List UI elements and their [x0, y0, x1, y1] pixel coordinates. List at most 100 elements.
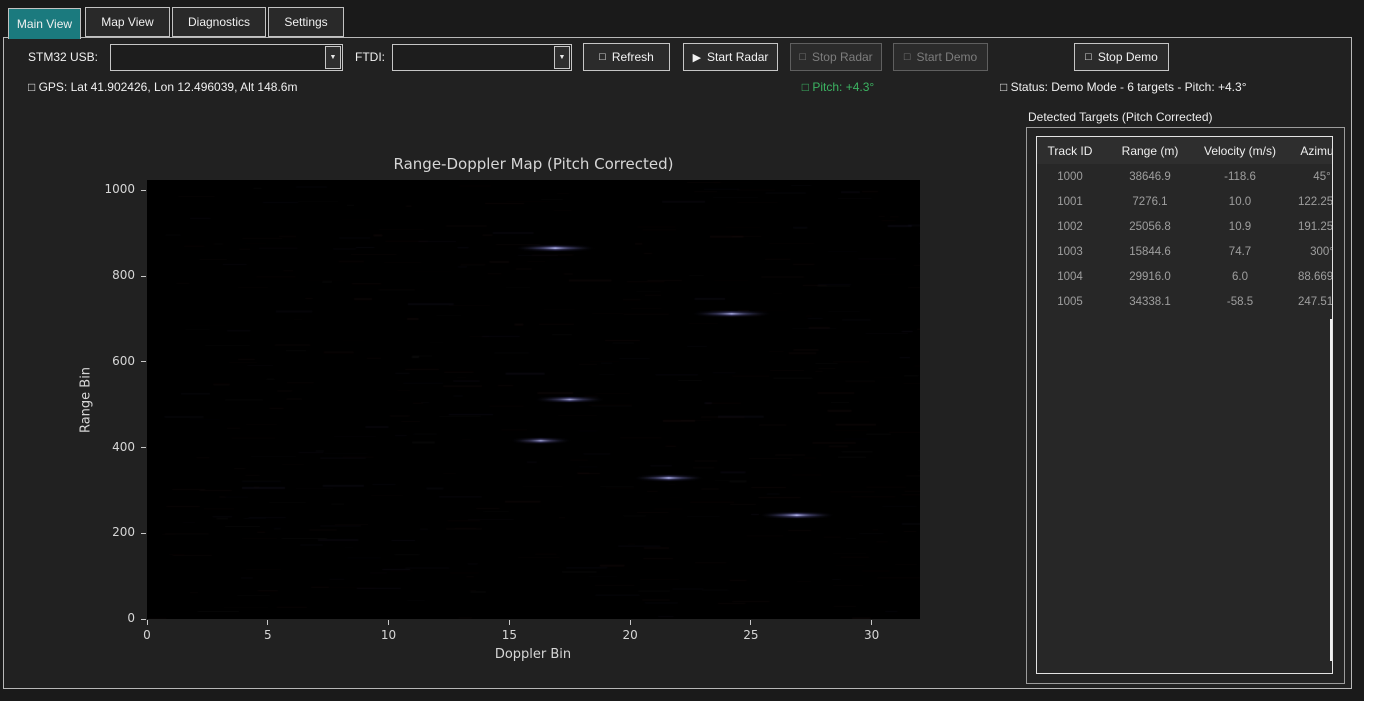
- column-header-azimuth[interactable]: Azimuth: [1283, 137, 1333, 164]
- cell-track_id: 1005: [1037, 289, 1103, 314]
- stm32-usb-label: STM32 USB:: [28, 50, 98, 64]
- ftdi-combobox[interactable]: ▼: [392, 44, 572, 71]
- x-tick-mark: [871, 620, 872, 625]
- x-tick-label: 20: [610, 628, 650, 642]
- cell-track_id: 1000: [1037, 164, 1103, 189]
- y-tick-label: 0: [87, 611, 135, 625]
- stop-radar-icon: □: [799, 51, 806, 63]
- table-row[interactable]: 100225056.810.9191.2552: [1037, 214, 1333, 239]
- table-row[interactable]: 100429916.06.088.66998: [1037, 264, 1333, 289]
- refresh-button[interactable]: □ Refresh: [583, 43, 670, 71]
- column-header-track_id[interactable]: Track ID: [1037, 137, 1103, 164]
- targets-table-viewport: Track IDRange (m)Velocity (m/s)Azimuth 1…: [1036, 136, 1333, 674]
- cell-velocity_ms: 6.0: [1197, 264, 1283, 289]
- cell-range_m: 34338.1: [1103, 289, 1197, 314]
- stop-radar-button-label: Stop Radar: [812, 50, 873, 64]
- stop-radar-button[interactable]: □ Stop Radar: [790, 43, 882, 71]
- refresh-button-label: Refresh: [612, 50, 654, 64]
- y-tick-label: 600: [87, 354, 135, 368]
- refresh-icon: □: [599, 51, 606, 63]
- ftdi-label: FTDI:: [355, 50, 385, 64]
- table-row[interactable]: 10017276.110.0122.2510: [1037, 189, 1333, 214]
- targets-table: Track IDRange (m)Velocity (m/s)Azimuth 1…: [1037, 137, 1333, 314]
- start-demo-button-label: Start Demo: [916, 50, 977, 64]
- stm32-usb-combobox-value: [111, 45, 324, 70]
- chart-title: Range-Doppler Map (Pitch Corrected): [147, 155, 920, 173]
- pitch-status-text: □ Pitch: +4.3°: [718, 80, 958, 94]
- cell-azimuth: 45°: [1283, 164, 1333, 189]
- x-tick-label: 5: [248, 628, 288, 642]
- column-header-velocity_ms[interactable]: Velocity (m/s): [1197, 137, 1283, 164]
- start-radar-icon: ▶: [693, 51, 701, 64]
- tab-settings[interactable]: Settings: [268, 7, 344, 37]
- x-tick-mark: [750, 620, 751, 625]
- targets-table-header: Track IDRange (m)Velocity (m/s)Azimuth: [1037, 137, 1333, 164]
- start-demo-icon: □: [904, 51, 911, 63]
- table-row[interactable]: 100038646.9-118.645°: [1037, 164, 1333, 189]
- range-doppler-heatmap: [147, 180, 920, 619]
- x-tick-mark: [630, 620, 631, 625]
- chevron-down-icon[interactable]: ▼: [325, 46, 341, 69]
- cell-azimuth: 191.2552: [1283, 214, 1333, 239]
- stm32-usb-combobox[interactable]: ▼: [110, 44, 343, 71]
- y-tick-mark: [141, 447, 146, 448]
- y-tick-label: 200: [87, 525, 135, 539]
- table-row[interactable]: 100534338.1-58.5247.5104: [1037, 289, 1333, 314]
- y-tick-label: 1000: [87, 182, 135, 196]
- ftdi-combobox-value: [393, 45, 553, 70]
- y-tick-label: 400: [87, 440, 135, 454]
- cell-range_m: 15844.6: [1103, 239, 1197, 264]
- targets-panel: Track IDRange (m)Velocity (m/s)Azimuth 1…: [1026, 127, 1345, 684]
- start-radar-button-label: Start Radar: [707, 50, 768, 64]
- y-tick-mark: [141, 619, 146, 620]
- cell-range_m: 7276.1: [1103, 189, 1197, 214]
- app-window: Main ViewMap ViewDiagnosticsSettings STM…: [0, 0, 1364, 701]
- cell-track_id: 1001: [1037, 189, 1103, 214]
- cell-velocity_ms: -118.6: [1197, 164, 1283, 189]
- cell-azimuth: 88.66998: [1283, 264, 1333, 289]
- cell-range_m: 38646.9: [1103, 164, 1197, 189]
- column-header-range_m[interactable]: Range (m): [1103, 137, 1197, 164]
- range-doppler-plot: [147, 180, 920, 619]
- y-axis-label: Range Bin: [79, 367, 94, 433]
- x-tick-label: 25: [731, 628, 771, 642]
- cell-velocity_ms: 74.7: [1197, 239, 1283, 264]
- stop-demo-button[interactable]: □ Stop Demo: [1074, 43, 1169, 71]
- x-tick-mark: [267, 620, 268, 625]
- tab-map-view[interactable]: Map View: [85, 7, 170, 37]
- y-tick-label: 800: [87, 268, 135, 282]
- x-tick-label: 10: [369, 628, 409, 642]
- y-tick-mark: [141, 533, 146, 534]
- start-radar-button[interactable]: ▶ Start Radar: [683, 43, 778, 71]
- stop-demo-button-label: Stop Demo: [1098, 50, 1158, 64]
- y-tick-mark: [141, 190, 146, 191]
- y-tick-mark: [141, 361, 146, 362]
- vertical-scrollbar[interactable]: [1330, 319, 1332, 661]
- x-axis-label: Doppler Bin: [433, 647, 633, 662]
- cell-azimuth: 122.2510: [1283, 189, 1333, 214]
- x-tick-label: 0: [127, 628, 167, 642]
- x-tick-mark: [388, 620, 389, 625]
- targets-panel-title: Detected Targets (Pitch Corrected): [1028, 110, 1213, 124]
- cell-track_id: 1003: [1037, 239, 1103, 264]
- x-tick-mark: [147, 620, 148, 625]
- cell-velocity_ms: 10.9: [1197, 214, 1283, 239]
- tab-main-view[interactable]: Main View: [8, 8, 81, 39]
- chevron-down-icon[interactable]: ▼: [554, 46, 570, 69]
- x-tick-label: 15: [489, 628, 529, 642]
- cell-track_id: 1004: [1037, 264, 1103, 289]
- start-demo-button[interactable]: □ Start Demo: [893, 43, 988, 71]
- table-row[interactable]: 100315844.674.7300°: [1037, 239, 1333, 264]
- x-tick-mark: [509, 620, 510, 625]
- stop-demo-icon: □: [1085, 51, 1092, 63]
- demo-status-text: □ Status: Demo Mode - 6 targets - Pitch:…: [1000, 80, 1247, 94]
- x-tick-label: 30: [852, 628, 892, 642]
- cell-azimuth: 300°: [1283, 239, 1333, 264]
- cell-track_id: 1002: [1037, 214, 1103, 239]
- cell-velocity_ms: 10.0: [1197, 189, 1283, 214]
- cell-velocity_ms: -58.5: [1197, 289, 1283, 314]
- cell-range_m: 29916.0: [1103, 264, 1197, 289]
- y-tick-mark: [141, 276, 146, 277]
- tab-diagnostics[interactable]: Diagnostics: [172, 7, 266, 37]
- gps-status-text: □ GPS: Lat 41.902426, Lon 12.496039, Alt…: [28, 80, 297, 94]
